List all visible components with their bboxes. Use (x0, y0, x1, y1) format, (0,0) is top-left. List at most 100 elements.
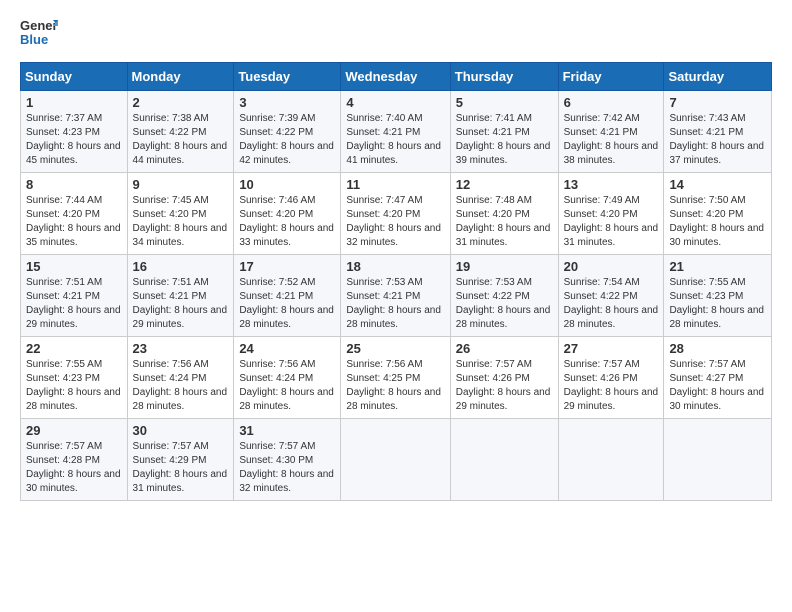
cell-content: Sunrise: 7:43 AM Sunset: 4:21 PM Dayligh… (669, 112, 766, 168)
cell-content: Sunrise: 7:38 AM Sunset: 4:22 PM Dayligh… (133, 112, 229, 168)
calendar-cell: 8 Sunrise: 7:44 AM Sunset: 4:20 PM Dayli… (21, 173, 128, 255)
day-number: 15 (26, 259, 122, 274)
day-number: 6 (564, 95, 659, 110)
day-number: 30 (133, 423, 229, 438)
cell-content: Sunrise: 7:51 AM Sunset: 4:21 PM Dayligh… (133, 276, 229, 332)
day-number: 4 (346, 95, 444, 110)
cell-content: Sunrise: 7:53 AM Sunset: 4:22 PM Dayligh… (456, 276, 553, 332)
day-number: 23 (133, 341, 229, 356)
day-number: 9 (133, 177, 229, 192)
day-number: 8 (26, 177, 122, 192)
day-number: 7 (669, 95, 766, 110)
day-number: 21 (669, 259, 766, 274)
day-number: 3 (239, 95, 335, 110)
calendar-cell: 19 Sunrise: 7:53 AM Sunset: 4:22 PM Dayl… (450, 255, 558, 337)
day-number: 12 (456, 177, 553, 192)
calendar-cell (664, 419, 772, 501)
day-header-friday: Friday (558, 63, 664, 91)
cell-content: Sunrise: 7:54 AM Sunset: 4:22 PM Dayligh… (564, 276, 659, 332)
day-header-sunday: Sunday (21, 63, 128, 91)
cell-content: Sunrise: 7:37 AM Sunset: 4:23 PM Dayligh… (26, 112, 122, 168)
cell-content: Sunrise: 7:46 AM Sunset: 4:20 PM Dayligh… (239, 194, 335, 250)
day-number: 14 (669, 177, 766, 192)
calendar-cell: 27 Sunrise: 7:57 AM Sunset: 4:26 PM Dayl… (558, 337, 664, 419)
calendar-week-row: 15 Sunrise: 7:51 AM Sunset: 4:21 PM Dayl… (21, 255, 772, 337)
day-number: 13 (564, 177, 659, 192)
day-number: 16 (133, 259, 229, 274)
day-number: 18 (346, 259, 444, 274)
calendar-cell: 29 Sunrise: 7:57 AM Sunset: 4:28 PM Dayl… (21, 419, 128, 501)
calendar-week-row: 22 Sunrise: 7:55 AM Sunset: 4:23 PM Dayl… (21, 337, 772, 419)
cell-content: Sunrise: 7:57 AM Sunset: 4:26 PM Dayligh… (456, 358, 553, 414)
day-number: 24 (239, 341, 335, 356)
calendar-week-row: 29 Sunrise: 7:57 AM Sunset: 4:28 PM Dayl… (21, 419, 772, 501)
cell-content: Sunrise: 7:56 AM Sunset: 4:24 PM Dayligh… (133, 358, 229, 414)
logo: General Blue (20, 16, 58, 54)
calendar-cell: 7 Sunrise: 7:43 AM Sunset: 4:21 PM Dayli… (664, 91, 772, 173)
calendar-header-row: SundayMondayTuesdayWednesdayThursdayFrid… (21, 63, 772, 91)
calendar-cell: 10 Sunrise: 7:46 AM Sunset: 4:20 PM Dayl… (234, 173, 341, 255)
day-number: 22 (26, 341, 122, 356)
cell-content: Sunrise: 7:56 AM Sunset: 4:24 PM Dayligh… (239, 358, 335, 414)
calendar-cell (558, 419, 664, 501)
cell-content: Sunrise: 7:49 AM Sunset: 4:20 PM Dayligh… (564, 194, 659, 250)
cell-content: Sunrise: 7:57 AM Sunset: 4:28 PM Dayligh… (26, 440, 122, 496)
calendar-cell: 22 Sunrise: 7:55 AM Sunset: 4:23 PM Dayl… (21, 337, 128, 419)
calendar-cell: 31 Sunrise: 7:57 AM Sunset: 4:30 PM Dayl… (234, 419, 341, 501)
calendar-cell: 13 Sunrise: 7:49 AM Sunset: 4:20 PM Dayl… (558, 173, 664, 255)
cell-content: Sunrise: 7:47 AM Sunset: 4:20 PM Dayligh… (346, 194, 444, 250)
cell-content: Sunrise: 7:52 AM Sunset: 4:21 PM Dayligh… (239, 276, 335, 332)
calendar-cell: 12 Sunrise: 7:48 AM Sunset: 4:20 PM Dayl… (450, 173, 558, 255)
cell-content: Sunrise: 7:55 AM Sunset: 4:23 PM Dayligh… (669, 276, 766, 332)
calendar-table: SundayMondayTuesdayWednesdayThursdayFrid… (20, 62, 772, 501)
day-number: 28 (669, 341, 766, 356)
calendar-cell: 15 Sunrise: 7:51 AM Sunset: 4:21 PM Dayl… (21, 255, 128, 337)
calendar-cell: 6 Sunrise: 7:42 AM Sunset: 4:21 PM Dayli… (558, 91, 664, 173)
day-number: 31 (239, 423, 335, 438)
cell-content: Sunrise: 7:50 AM Sunset: 4:20 PM Dayligh… (669, 194, 766, 250)
cell-content: Sunrise: 7:56 AM Sunset: 4:25 PM Dayligh… (346, 358, 444, 414)
day-header-monday: Monday (127, 63, 234, 91)
cell-content: Sunrise: 7:40 AM Sunset: 4:21 PM Dayligh… (346, 112, 444, 168)
calendar-cell: 21 Sunrise: 7:55 AM Sunset: 4:23 PM Dayl… (664, 255, 772, 337)
cell-content: Sunrise: 7:55 AM Sunset: 4:23 PM Dayligh… (26, 358, 122, 414)
day-number: 2 (133, 95, 229, 110)
cell-content: Sunrise: 7:39 AM Sunset: 4:22 PM Dayligh… (239, 112, 335, 168)
calendar-cell: 25 Sunrise: 7:56 AM Sunset: 4:25 PM Dayl… (341, 337, 450, 419)
cell-content: Sunrise: 7:42 AM Sunset: 4:21 PM Dayligh… (564, 112, 659, 168)
calendar-cell: 16 Sunrise: 7:51 AM Sunset: 4:21 PM Dayl… (127, 255, 234, 337)
day-number: 26 (456, 341, 553, 356)
day-number: 29 (26, 423, 122, 438)
cell-content: Sunrise: 7:57 AM Sunset: 4:29 PM Dayligh… (133, 440, 229, 496)
calendar-cell: 30 Sunrise: 7:57 AM Sunset: 4:29 PM Dayl… (127, 419, 234, 501)
day-number: 11 (346, 177, 444, 192)
calendar-cell: 28 Sunrise: 7:57 AM Sunset: 4:27 PM Dayl… (664, 337, 772, 419)
calendar-cell: 23 Sunrise: 7:56 AM Sunset: 4:24 PM Dayl… (127, 337, 234, 419)
calendar-cell: 3 Sunrise: 7:39 AM Sunset: 4:22 PM Dayli… (234, 91, 341, 173)
calendar-cell (450, 419, 558, 501)
cell-content: Sunrise: 7:53 AM Sunset: 4:21 PM Dayligh… (346, 276, 444, 332)
calendar-cell: 18 Sunrise: 7:53 AM Sunset: 4:21 PM Dayl… (341, 255, 450, 337)
calendar-week-row: 8 Sunrise: 7:44 AM Sunset: 4:20 PM Dayli… (21, 173, 772, 255)
calendar-cell (341, 419, 450, 501)
cell-content: Sunrise: 7:48 AM Sunset: 4:20 PM Dayligh… (456, 194, 553, 250)
calendar-cell: 11 Sunrise: 7:47 AM Sunset: 4:20 PM Dayl… (341, 173, 450, 255)
calendar-cell: 14 Sunrise: 7:50 AM Sunset: 4:20 PM Dayl… (664, 173, 772, 255)
cell-content: Sunrise: 7:44 AM Sunset: 4:20 PM Dayligh… (26, 194, 122, 250)
day-number: 20 (564, 259, 659, 274)
calendar-cell: 4 Sunrise: 7:40 AM Sunset: 4:21 PM Dayli… (341, 91, 450, 173)
cell-content: Sunrise: 7:57 AM Sunset: 4:27 PM Dayligh… (669, 358, 766, 414)
svg-text:Blue: Blue (20, 32, 48, 47)
day-number: 27 (564, 341, 659, 356)
calendar-cell: 26 Sunrise: 7:57 AM Sunset: 4:26 PM Dayl… (450, 337, 558, 419)
day-number: 10 (239, 177, 335, 192)
day-number: 19 (456, 259, 553, 274)
cell-content: Sunrise: 7:45 AM Sunset: 4:20 PM Dayligh… (133, 194, 229, 250)
cell-content: Sunrise: 7:51 AM Sunset: 4:21 PM Dayligh… (26, 276, 122, 332)
calendar-cell: 17 Sunrise: 7:52 AM Sunset: 4:21 PM Dayl… (234, 255, 341, 337)
cell-content: Sunrise: 7:57 AM Sunset: 4:30 PM Dayligh… (239, 440, 335, 496)
day-header-tuesday: Tuesday (234, 63, 341, 91)
logo-svg: General Blue (20, 16, 58, 54)
day-header-wednesday: Wednesday (341, 63, 450, 91)
calendar-cell: 5 Sunrise: 7:41 AM Sunset: 4:21 PM Dayli… (450, 91, 558, 173)
